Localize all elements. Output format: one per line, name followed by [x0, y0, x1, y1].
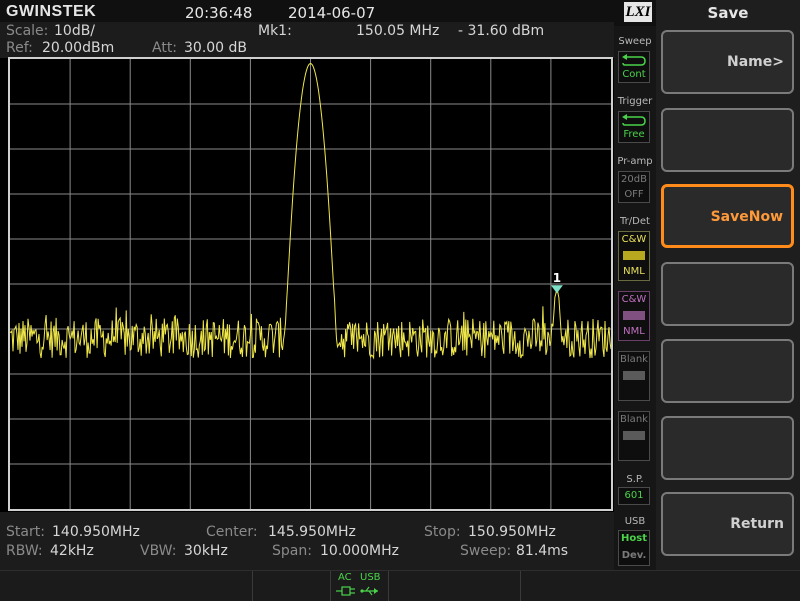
marker-triangle-icon	[550, 285, 563, 294]
trace-2-swatch	[623, 311, 645, 320]
ref-label: Ref:	[6, 40, 33, 56]
span-value: 10.000MHz	[320, 543, 399, 559]
trace-4-box: Blank	[618, 411, 650, 461]
preamp-label: Pr-amp	[617, 156, 653, 167]
preamp-state: OFF	[624, 189, 644, 200]
sweep-mode-box: Cont	[618, 51, 650, 83]
stop-label: Stop:	[424, 524, 461, 540]
marker-1: 1	[550, 271, 563, 294]
trace-1-mode: NML	[623, 266, 645, 277]
trace-3-swatch	[623, 371, 645, 380]
usb-status-label: USB	[360, 572, 381, 583]
scale-value: 10dB/	[54, 23, 96, 39]
ac-power-label: AC	[338, 572, 352, 583]
sweep-points-box: 601	[618, 487, 650, 505]
stop-value: 150.950MHz	[468, 524, 556, 540]
sweep-mode: Cont	[622, 69, 646, 80]
att-label: Att:	[152, 40, 178, 56]
spectrum-plot: 1	[10, 59, 611, 509]
clock-date: 2014-06-07	[288, 4, 376, 22]
sweep-time-label: Sweep:	[460, 543, 512, 559]
preamp-gain: 20dB	[621, 174, 647, 185]
vbw-value: 30kHz	[184, 543, 228, 559]
span-label: Span:	[272, 543, 312, 559]
marker-label: Mk1:	[258, 23, 292, 39]
trace-4-label: Blank	[620, 414, 648, 425]
status-strip: Sweep Cont Trigger Free Pr-amp 20dB OFF …	[614, 26, 656, 570]
trace-2-mode: NML	[623, 326, 645, 337]
softkey-name[interactable]: Name>	[661, 30, 794, 94]
marker-number: 1	[553, 271, 561, 285]
rbw-label: RBW:	[6, 543, 43, 559]
lxi-badge: LXI	[624, 2, 652, 22]
bottom-status-bar: AC USB	[0, 570, 800, 601]
trace-2-box: C&W NML	[618, 291, 650, 341]
trigger-mode-box: Free	[618, 111, 650, 143]
center-label: Center:	[206, 524, 258, 540]
clock-time: 20:36:48	[185, 4, 253, 22]
trigger-mode: Free	[623, 129, 645, 140]
marker-frequency: 150.05 MHz	[356, 23, 440, 39]
softkey-6[interactable]	[661, 416, 794, 480]
start-label: Start:	[6, 524, 45, 540]
preamp-box: 20dB OFF	[618, 171, 650, 203]
sweep-points-label: S.P.	[626, 474, 644, 485]
att-value: 30.00 dB	[184, 40, 248, 56]
usb-host: Host	[621, 533, 647, 544]
sweep-points-value: 601	[624, 490, 644, 501]
status-divider	[388, 571, 389, 601]
status-divider	[330, 571, 331, 601]
softkey-save-now[interactable]: SaveNow	[661, 184, 794, 248]
usb-label: USB	[624, 516, 646, 527]
status-divider	[520, 571, 521, 601]
trigger-icon	[622, 114, 646, 126]
trace-1-swatch	[623, 251, 645, 260]
sweep-label: Sweep	[618, 36, 652, 47]
softkey-5[interactable]	[661, 339, 794, 403]
trace-1-detector: C&W	[621, 234, 647, 245]
usb-mode-box: Host Dev.	[618, 530, 650, 566]
sweep-time-value: 81.4ms	[516, 543, 569, 559]
usb-device: Dev.	[621, 550, 647, 561]
center-value: 145.950MHz	[268, 524, 356, 540]
marker-level: - 31.60 dBm	[458, 23, 545, 39]
power-plug-icon	[336, 586, 355, 596]
softkey-4[interactable]	[661, 262, 794, 326]
loop-icon	[622, 54, 646, 66]
softkey-name-label: Name>	[727, 54, 784, 70]
scale-label: Scale:	[6, 23, 49, 39]
trace-detector-label: Tr/Det	[620, 216, 650, 227]
usb-icon	[360, 586, 378, 596]
start-value: 140.950MHz	[52, 524, 140, 540]
rbw-value: 42kHz	[50, 543, 94, 559]
softkey-return-label: Return	[730, 516, 784, 532]
trace-4-swatch	[623, 431, 645, 440]
brand-logo: GWINSTEK	[6, 3, 97, 20]
trace-3-label: Blank	[620, 354, 648, 365]
graticule-grid	[10, 59, 611, 509]
spectrum-display[interactable]: 1	[8, 57, 613, 511]
trace-3-box: Blank	[618, 351, 650, 401]
trigger-label: Trigger	[617, 96, 653, 107]
softkey-2[interactable]	[661, 108, 794, 172]
trace-2-detector: C&W	[621, 294, 647, 305]
softkey-return[interactable]: Return	[661, 492, 794, 556]
ref-value: 20.00dBm	[42, 40, 115, 56]
vbw-label: VBW:	[140, 543, 177, 559]
trace-1-box: C&W NML	[618, 231, 650, 281]
softkey-save-now-label: SaveNow	[710, 209, 783, 225]
status-divider	[252, 571, 253, 601]
menu-title: Save	[707, 4, 749, 22]
frequency-info	[0, 512, 614, 570]
